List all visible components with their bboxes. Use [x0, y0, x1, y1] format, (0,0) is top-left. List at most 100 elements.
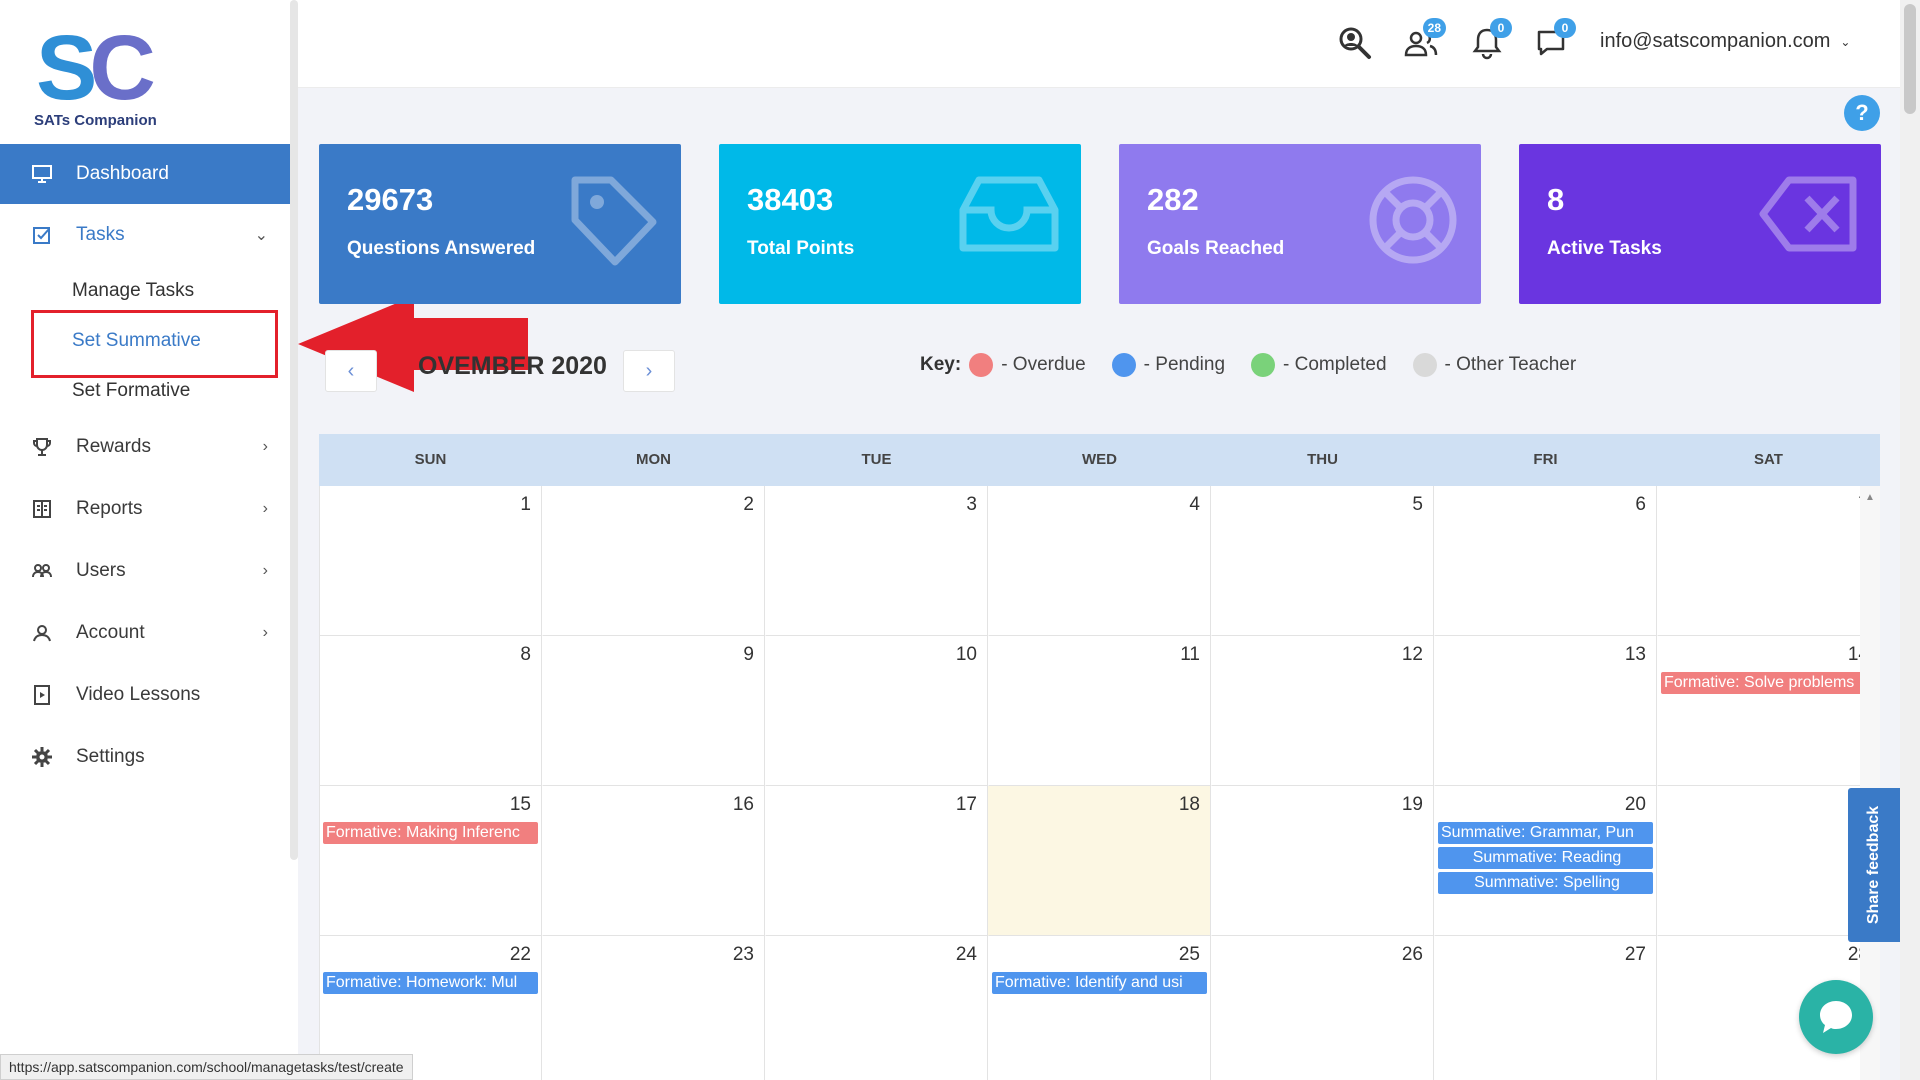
calendar-event[interactable]: Summative: Reading: [1438, 847, 1653, 869]
message-icon[interactable]: 0: [1530, 18, 1576, 64]
calendar-day[interactable]: 5: [1211, 486, 1434, 636]
chat-button[interactable]: [1799, 980, 1873, 1054]
calendar-day[interactable]: 6: [1434, 486, 1657, 636]
calendar-day-today[interactable]: 18: [988, 786, 1211, 936]
weekday-fri: FRI: [1533, 451, 1558, 468]
calendar-event[interactable]: Formative: Homework: Mul: [323, 972, 538, 994]
calendar-next-button[interactable]: ›: [623, 350, 675, 392]
calendar-day[interactable]: 24: [765, 936, 988, 1080]
calendar-day[interactable]: 2: [542, 486, 765, 636]
calendar-day[interactable]: 14 Formative: Solve problems: [1657, 636, 1880, 786]
calendar-day[interactable]: 23: [542, 936, 765, 1080]
day-number: 26: [1401, 944, 1423, 965]
calendar-event[interactable]: Formative: Making Inferenc: [323, 822, 538, 844]
stat-card-goals: 282 Goals Reached: [1119, 144, 1481, 304]
day-number: 22: [509, 944, 531, 965]
calendar-day[interactable]: 10: [765, 636, 988, 786]
calendar-day[interactable]: 7: [1657, 486, 1880, 636]
stat-card-active-tasks: 8 Active Tasks: [1519, 144, 1881, 304]
sidebar-item-video-lessons[interactable]: Video Lessons: [0, 664, 298, 726]
sidebar-subitem-manage-tasks[interactable]: Manage Tasks: [0, 266, 298, 316]
calendar-event[interactable]: Formative: Identify and usi: [992, 972, 1207, 994]
sidebar-item-settings[interactable]: Settings: [0, 726, 298, 788]
calendar-day[interactable]: 11: [988, 636, 1211, 786]
weekday-thu: THU: [1307, 451, 1338, 468]
key-pending: - Pending: [1111, 353, 1225, 377]
calendar-prev-button[interactable]: ‹: [325, 350, 377, 392]
calendar-day[interactable]: 9: [542, 636, 765, 786]
calendar-event[interactable]: Summative: Spelling: [1438, 872, 1653, 894]
share-feedback-label: Share feedback: [1865, 805, 1882, 925]
bell-icon[interactable]: 0: [1466, 18, 1512, 64]
sidebar-item-users[interactable]: Users ›: [0, 540, 298, 602]
page-scrollbar[interactable]: [1900, 0, 1920, 1080]
day-number: 27: [1624, 944, 1646, 965]
sidebar-item-reports[interactable]: Reports ›: [0, 478, 298, 540]
user-email: info@satscompanion.com: [1600, 30, 1831, 52]
sidebar: SC SATs Companion Dashboard Tasks ⌄ Mana…: [0, 0, 298, 1080]
calendar-day[interactable]: 27: [1434, 936, 1657, 1080]
share-feedback-button[interactable]: Share feedback: [1848, 788, 1900, 942]
help-button[interactable]: ?: [1844, 95, 1880, 131]
calendar-day[interactable]: 26: [1211, 936, 1434, 1080]
calendar-key: Key: - Overdue - Pending - Completed - O…: [920, 350, 1602, 380]
day-number: 15: [509, 794, 531, 815]
notifications-badge: 0: [1490, 18, 1512, 38]
calendar-event[interactable]: Summative: Grammar, Pun: [1438, 822, 1653, 844]
search-user-icon[interactable]: [1334, 22, 1376, 64]
scroll-up-icon[interactable]: ▲: [1865, 492, 1875, 503]
calendar-day[interactable]: 19: [1211, 786, 1434, 936]
sidebar-item-label: Settings: [76, 746, 145, 767]
calendar-day[interactable]: 8: [319, 636, 542, 786]
weekday-sat: SAT: [1754, 451, 1783, 468]
calendar-day[interactable]: 21: [1657, 786, 1880, 936]
day-number: 17: [955, 794, 977, 815]
calendar-day[interactable]: 1: [319, 486, 542, 636]
contacts-badge: 28: [1422, 18, 1446, 38]
status-bar-url: https://app.satscompanion.com/school/man…: [0, 1054, 413, 1080]
messages-badge: 0: [1554, 18, 1576, 38]
user-menu[interactable]: info@satscompanion.com ⌄: [1600, 30, 1850, 53]
calendar-day[interactable]: 12: [1211, 636, 1434, 786]
sidebar-item-account[interactable]: Account ›: [0, 602, 298, 664]
logo-letter-c: C: [89, 17, 156, 119]
day-number: 3: [966, 494, 977, 515]
calendar-day[interactable]: 25 Formative: Identify and usi: [988, 936, 1211, 1080]
chevron-right-icon: ›: [262, 624, 268, 641]
calendar-day[interactable]: 20 Summative: Grammar, Pun Summative: Re…: [1434, 786, 1657, 936]
sidebar-item-dashboard[interactable]: Dashboard: [0, 144, 298, 204]
trophy-icon: [30, 435, 54, 459]
calendar-event[interactable]: Formative: Solve problems: [1661, 672, 1876, 694]
calendar-day[interactable]: 16: [542, 786, 765, 936]
day-number: 18: [1178, 794, 1200, 815]
sidebar-item-tasks[interactable]: Tasks ⌄: [0, 204, 298, 266]
calendar-day[interactable]: 13: [1434, 636, 1657, 786]
top-bar: 28 0 0 info@satscompanion.com ⌄: [298, 0, 1900, 88]
chat-bubble-icon: [1820, 1001, 1852, 1033]
day-number: 4: [1189, 494, 1200, 515]
key-other-teacher-label: - Other Teacher: [1444, 354, 1577, 375]
sidebar-item-label: Dashboard: [76, 163, 169, 184]
calendar-weekday-header: SUN MON TUE WED THU FRI SAT: [319, 434, 1880, 486]
sidebar-item-rewards[interactable]: Rewards ›: [0, 416, 298, 478]
sidebar-item-label: Tasks: [76, 224, 125, 245]
page-scrollbar-thumb[interactable]: [1904, 4, 1916, 114]
weekday-sun: SUN: [414, 451, 447, 468]
calendar-day[interactable]: 17: [765, 786, 988, 936]
chevron-right-icon: ›: [262, 500, 268, 517]
contacts-icon[interactable]: 28: [1400, 18, 1446, 64]
calendar-day[interactable]: 3: [765, 486, 988, 636]
chevron-down-icon: ⌄: [254, 227, 268, 244]
sidebar-item-label: Video Lessons: [76, 684, 201, 705]
lifebuoy-icon: [1369, 176, 1457, 264]
calendar-day[interactable]: 15 Formative: Making Inferenc: [319, 786, 542, 936]
report-icon: [30, 497, 54, 521]
day-number: 13: [1624, 644, 1646, 665]
calendar-day[interactable]: 4: [988, 486, 1211, 636]
stat-label: Questions Answered: [347, 238, 536, 259]
completed-dot-icon: [1251, 353, 1276, 377]
stat-label: Goals Reached: [1147, 238, 1285, 259]
stat-value: 29673: [347, 182, 434, 217]
sidebar-scrollbar[interactable]: [290, 0, 298, 860]
logo[interactable]: SC SATs Companion: [30, 22, 200, 132]
